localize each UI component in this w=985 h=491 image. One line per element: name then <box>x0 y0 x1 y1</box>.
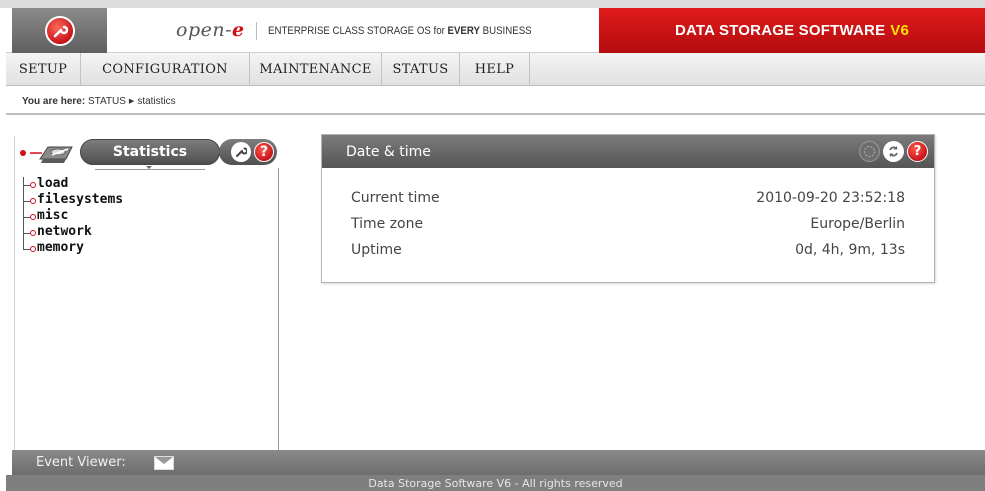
row-label: Current time <box>351 190 440 206</box>
brand-divider <box>256 22 257 40</box>
product-banner: DATA STORAGE SOFTWARE V6 <box>599 8 985 53</box>
header: open-e ENTERPRISE CLASS STORAGE OS for E… <box>6 8 985 53</box>
bullet-icon <box>30 182 36 188</box>
tree-item-misc[interactable]: misc <box>19 209 123 225</box>
time-zone-row: Time zone Europe/Berlin <box>351 211 905 237</box>
tab-underline <box>95 169 205 170</box>
statistics-tree: load filesystems misc network memory <box>19 177 123 257</box>
current-time-row: Current time 2010-09-20 23:52:18 <box>351 185 905 211</box>
event-viewer-label: Event Viewer: <box>36 455 126 470</box>
sidebar-header: Statistics ? <box>15 136 279 170</box>
uptime-row: Uptime 0d, 4h, 9m, 13s <box>351 237 905 263</box>
sidebar-title: Statistics <box>80 139 220 165</box>
refresh-icon[interactable] <box>859 141 880 162</box>
footer: Data Storage Software V6 - All rights re… <box>6 475 985 491</box>
wrench-icon[interactable] <box>231 142 251 162</box>
help-icon[interactable]: ? <box>254 142 274 162</box>
tree-item-memory[interactable]: memory <box>19 241 123 257</box>
app-logo[interactable] <box>12 8 107 53</box>
breadcrumb-divider <box>6 113 985 115</box>
main-menu: SETUP CONFIGURATION MAINTENANCE STATUS H… <box>6 53 985 86</box>
menu-setup[interactable]: SETUP <box>6 53 81 86</box>
statistics-sidebar: Statistics ? load filesystems misc netwo… <box>14 136 279 450</box>
datetime-panel-header: Date & time ? <box>322 135 934 168</box>
bullet-icon <box>30 230 36 236</box>
tree-item-load[interactable]: load <box>19 177 123 193</box>
datetime-panel: Date & time ? Current time 2010-09-20 23… <box>321 134 935 283</box>
panel-title: Date & time <box>346 143 431 160</box>
caret-down-icon <box>146 166 152 169</box>
tree-item-filesystems[interactable]: filesystems <box>19 193 123 209</box>
tree-item-network[interactable]: network <box>19 225 123 241</box>
hard-disk-icon <box>28 141 74 165</box>
reload-icon[interactable] <box>883 141 904 162</box>
uptime-value: 0d, 4h, 9m, 13s <box>795 242 905 258</box>
bullet-icon <box>30 214 36 220</box>
breadcrumb: You are here: STATUS ▶ statistics <box>22 96 176 107</box>
datetime-details: Current time 2010-09-20 23:52:18 Time zo… <box>322 168 934 263</box>
menu-maintenance[interactable]: MAINTENANCE <box>250 53 382 86</box>
top-strip <box>0 0 985 8</box>
menu-configuration[interactable]: CONFIGURATION <box>81 53 250 86</box>
row-label: Uptime <box>351 242 402 258</box>
row-label: Time zone <box>351 216 424 232</box>
menu-status[interactable]: STATUS <box>382 53 460 86</box>
breadcrumb-section[interactable]: STATUS <box>88 96 126 107</box>
slogan: ENTERPRISE CLASS STORAGE OS for EVERY BU… <box>268 25 532 37</box>
brand-name: open-e <box>176 19 245 41</box>
panel-tools: ? <box>859 141 928 162</box>
event-viewer-bar: Event Viewer: <box>12 450 985 475</box>
help-icon[interactable]: ? <box>907 141 928 162</box>
chevron-right-icon: ▶ <box>128 98 135 105</box>
time-zone-value: Europe/Berlin <box>810 216 905 232</box>
menu-help[interactable]: HELP <box>460 53 530 86</box>
bullet-icon <box>30 198 36 204</box>
wrench-logo-icon <box>44 15 75 46</box>
bullet-icon <box>30 246 36 252</box>
mail-icon[interactable] <box>153 455 174 470</box>
current-time-value: 2010-09-20 23:52:18 <box>756 190 905 206</box>
indicator-dot-icon <box>20 150 26 156</box>
sidebar-tools: ? <box>219 139 277 165</box>
breadcrumb-page: statistics <box>137 96 176 107</box>
